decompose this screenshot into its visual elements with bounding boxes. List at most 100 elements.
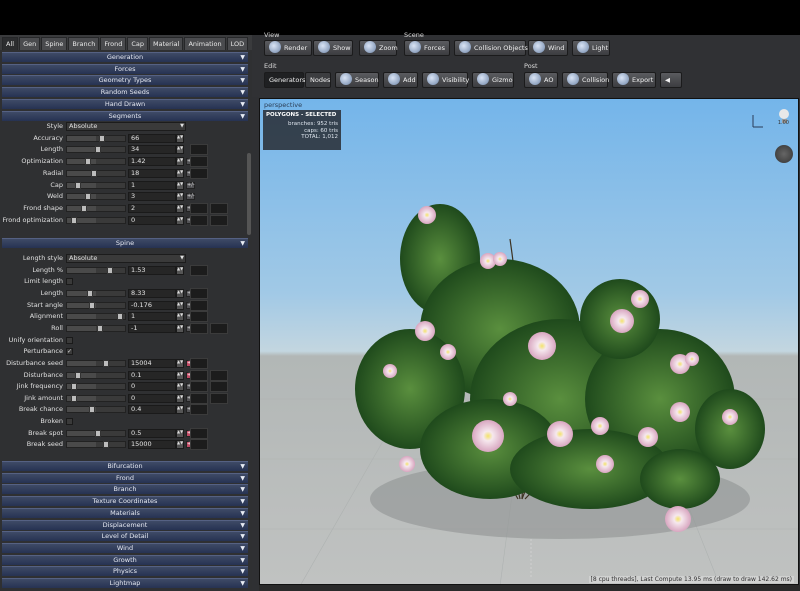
collapse-arrow-icon[interactable]: ▼: [240, 556, 245, 565]
slider-knob[interactable]: [71, 383, 77, 391]
param-checkbox[interactable]: ✓: [66, 348, 73, 356]
param-slider[interactable]: [66, 324, 126, 332]
generators-tab[interactable]: Generators: [264, 72, 305, 88]
wind-button[interactable]: Wind: [528, 40, 568, 56]
param-value-field[interactable]: 0.4: [128, 405, 176, 415]
param-slider[interactable]: [66, 394, 126, 402]
param-value-field[interactable]: 18: [128, 168, 176, 178]
section-frond[interactable]: Frond ▼: [2, 472, 248, 483]
show-button[interactable]: Show: [313, 40, 353, 56]
zoom-button[interactable]: Zoom: [359, 40, 398, 56]
section-segments[interactable]: Segments ▼: [2, 110, 248, 121]
spinner-icon[interactable]: ▲▼: [176, 145, 184, 155]
curve-editor[interactable]: [190, 357, 208, 369]
curve-editor[interactable]: [190, 214, 208, 226]
curve-editor-2[interactable]: [210, 369, 228, 381]
param-slider[interactable]: [66, 383, 126, 391]
spinner-icon[interactable]: ▲▼: [176, 358, 184, 368]
curve-editor[interactable]: [190, 392, 208, 404]
light-button[interactable]: Light: [572, 40, 610, 56]
spinner-icon[interactable]: ▲▼: [176, 288, 184, 298]
section-physics[interactable]: Physics ▼: [2, 566, 248, 577]
section-hand-drawn[interactable]: Hand Drawn ▼: [2, 98, 248, 109]
slider-knob[interactable]: [85, 193, 91, 201]
spinner-icon[interactable]: ▲▼: [176, 370, 184, 380]
spinner-icon[interactable]: ▲▼: [176, 157, 184, 167]
curve-editor[interactable]: [190, 202, 208, 214]
wind-fan-icon[interactable]: [775, 145, 793, 163]
section-bifurcation[interactable]: Bifurcation ▼: [2, 461, 248, 471]
season-button[interactable]: Season: [335, 72, 379, 88]
param-checkbox[interactable]: [66, 336, 73, 344]
param-slider[interactable]: [66, 216, 126, 224]
slider-knob[interactable]: [87, 289, 93, 297]
curve-editor[interactable]: [190, 311, 208, 323]
param-slider[interactable]: [66, 181, 126, 189]
collapse-arrow-icon[interactable]: ▼: [240, 76, 245, 85]
curve-editor[interactable]: [190, 439, 208, 451]
tab-lod[interactable]: LOD: [226, 37, 249, 50]
param-slider[interactable]: [66, 289, 126, 297]
param-value-field[interactable]: -1: [128, 323, 176, 333]
param-slider[interactable]: [66, 359, 126, 367]
param-slider[interactable]: [66, 406, 126, 414]
collapse-arrow-icon[interactable]: ▼: [240, 100, 245, 109]
param-value-field[interactable]: 0: [128, 393, 176, 403]
param-value-field[interactable]: 1.42: [128, 157, 176, 167]
collapse-arrow-icon[interactable]: ▼: [240, 497, 245, 506]
param-value-field[interactable]: 0.5: [128, 428, 176, 438]
param-slider[interactable]: [66, 158, 126, 166]
param-value-field[interactable]: 34: [128, 145, 176, 155]
collapse-arrow-icon[interactable]: ▼: [240, 532, 245, 541]
param-slider[interactable]: [66, 134, 126, 142]
spinner-icon[interactable]: ▲▼: [176, 312, 184, 322]
param-value-field[interactable]: 66: [128, 133, 176, 143]
curve-editor-2[interactable]: [210, 202, 228, 214]
slider-knob[interactable]: [95, 429, 101, 437]
param-slider[interactable]: [66, 266, 126, 274]
spinner-icon[interactable]: ▲▼: [176, 215, 184, 225]
collapse-arrow-icon[interactable]: ▼: [240, 485, 245, 494]
section-forces[interactable]: Forces ▼: [2, 63, 248, 74]
param-value-field[interactable]: 2: [128, 203, 176, 213]
spinner-icon[interactable]: ▲▼: [176, 203, 184, 213]
param-slider[interactable]: [66, 146, 126, 154]
section-growth[interactable]: Growth ▼: [2, 554, 248, 565]
param-value-field[interactable]: 1: [128, 180, 176, 190]
param-checkbox[interactable]: [66, 418, 73, 426]
forces-button[interactable]: Forces: [404, 40, 450, 56]
spinner-icon[interactable]: ▲▼: [176, 192, 184, 202]
curve-editor[interactable]: [190, 427, 208, 439]
section-displacement[interactable]: Displacement ▼: [2, 519, 248, 530]
3d-viewport[interactable]: perspective POLYGONS - SELECTED branches…: [259, 98, 799, 585]
param-value-field[interactable]: 15000: [128, 440, 176, 450]
param-slider[interactable]: [66, 429, 126, 437]
curve-editor-2[interactable]: [210, 392, 228, 404]
collapse-arrow-icon[interactable]: ▼: [240, 474, 245, 483]
param-select[interactable]: Absolute ▼: [66, 122, 186, 131]
visibility-button[interactable]: Visibility: [422, 72, 469, 88]
curve-editor[interactable]: [190, 404, 208, 416]
variance-button[interactable]: +/-: [186, 181, 195, 189]
slider-knob[interactable]: [107, 266, 113, 274]
render-button[interactable]: Render: [264, 40, 312, 56]
param-value-field[interactable]: 0: [128, 215, 176, 225]
nodes-tab[interactable]: Nodes: [305, 72, 331, 88]
curve-editor[interactable]: [190, 381, 208, 393]
tab-branch[interactable]: Branch: [68, 37, 100, 50]
spinner-icon[interactable]: ▲▼: [176, 405, 184, 415]
slider-knob[interactable]: [71, 394, 77, 402]
tab-material[interactable]: Material: [149, 37, 184, 50]
spinner-icon[interactable]: ▲▼: [176, 300, 184, 310]
add-button[interactable]: Add: [383, 72, 418, 88]
slider-knob[interactable]: [85, 158, 91, 166]
curve-editor-2[interactable]: [210, 322, 228, 334]
collapse-arrow-icon[interactable]: ▼: [240, 544, 245, 553]
curve-editor[interactable]: [190, 144, 208, 156]
slider-knob[interactable]: [103, 441, 109, 449]
gizmo-button[interactable]: Gizmo: [472, 72, 514, 88]
param-value-field[interactable]: 1: [128, 312, 176, 322]
collapse-arrow-icon[interactable]: ▼: [240, 509, 245, 518]
section-generation[interactable]: Generation ▼: [2, 52, 248, 62]
curve-editor[interactable]: [190, 156, 208, 168]
